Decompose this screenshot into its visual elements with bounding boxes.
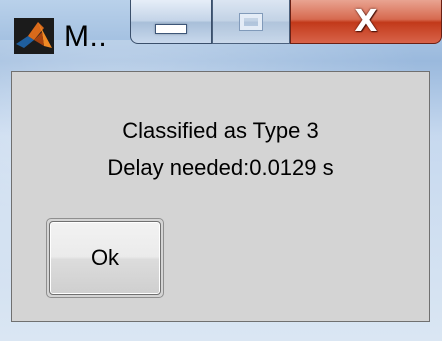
- message-line-classification: Classified as Type 3: [122, 118, 319, 143]
- message-text: Classified as Type 3 Delay needed:0.0129…: [12, 112, 429, 186]
- dialog-window: M.. X Classified as Type 3 Delay needed:…: [0, 0, 442, 341]
- maximize-button[interactable]: [212, 0, 290, 44]
- window-title: M..: [64, 20, 108, 53]
- minimize-button[interactable]: [130, 0, 212, 44]
- close-button[interactable]: X: [290, 0, 442, 44]
- maximize-icon: [239, 12, 263, 31]
- message-line-delay: Delay needed:0.0129 s: [107, 155, 334, 180]
- title-bar[interactable]: M.. X: [0, 0, 442, 68]
- minimize-icon: [155, 23, 187, 34]
- caption-buttons: X: [130, 0, 442, 46]
- dialog-body: Classified as Type 3 Delay needed:0.0129…: [11, 71, 430, 322]
- close-icon: X: [354, 4, 378, 39]
- ok-button[interactable]: Ok: [49, 221, 161, 295]
- matlab-logo-icon[interactable]: [14, 18, 54, 54]
